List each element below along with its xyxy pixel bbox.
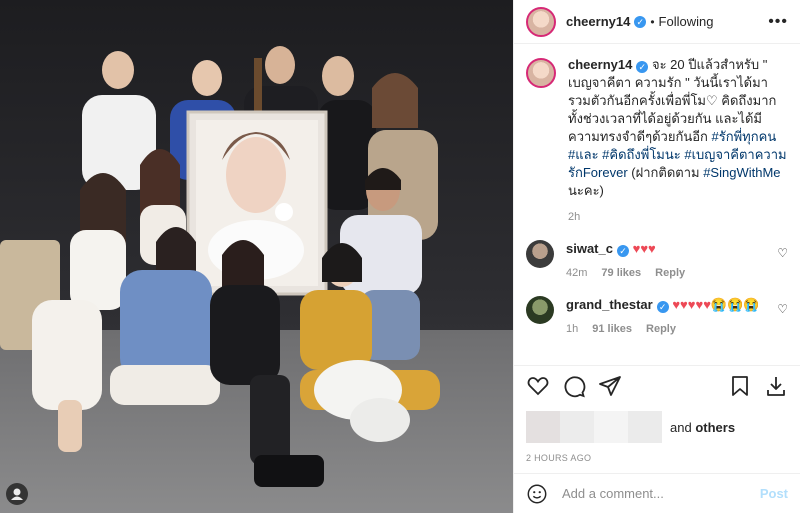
separator-dot: • xyxy=(650,14,655,29)
liked-by: and others xyxy=(514,405,800,445)
comment: siwat_c ✓ ♥♥♥ 42m 79 likes Reply ♡ xyxy=(526,240,788,282)
caption-time[interactable]: 2h xyxy=(568,208,788,226)
avatar[interactable] xyxy=(526,6,556,37)
author-username[interactable]: cheerny14 xyxy=(566,14,630,29)
comment-meta: 1h 91 likes Reply xyxy=(566,320,759,338)
share-icon[interactable] xyxy=(598,374,622,398)
action-bar-right xyxy=(716,374,788,398)
reply-button[interactable]: Reply xyxy=(646,323,676,335)
emoji-icon[interactable] xyxy=(526,483,548,505)
download-icon[interactable] xyxy=(764,374,788,398)
others-link[interactable]: others xyxy=(695,420,735,435)
bookmark-icon[interactable] xyxy=(728,374,752,398)
comment-body: siwat_c ✓ ♥♥♥ 42m 79 likes Reply xyxy=(566,240,717,282)
post-sidebar: cheerny14 ✓ • Following ••• cheerny14 ✓ จ… xyxy=(513,0,800,513)
group-photo-illustration xyxy=(0,0,513,513)
comment-text: ♥♥♥ xyxy=(632,241,656,256)
caption-body: cheerny14 ✓ จะ 20 ปีแล้วสำหรับ " เบญจาคีต… xyxy=(568,56,788,226)
verified-icon: ✓ xyxy=(656,301,669,313)
blurred-liker xyxy=(594,411,628,443)
verified-icon: ✓ xyxy=(616,245,629,257)
post-photo[interactable] xyxy=(0,0,513,513)
action-bar xyxy=(514,365,800,405)
blurred-liker xyxy=(526,411,560,443)
caption-username[interactable]: cheerny14 xyxy=(568,57,632,72)
comment-avatar[interactable] xyxy=(526,240,554,268)
comment-avatar[interactable] xyxy=(526,296,554,324)
post-button[interactable]: Post xyxy=(760,486,788,501)
caption-hashtag-singwithme[interactable]: #SingWithMe xyxy=(703,165,780,180)
comment-body: grand_thestar ✓ ♥♥♥♥♥😭😭😭 1h 91 likes Reply xyxy=(566,296,777,338)
blurred-liker xyxy=(628,411,662,443)
and-text: and xyxy=(670,419,696,435)
liked-by-text: and others xyxy=(670,420,735,435)
user-tag-icon[interactable] xyxy=(6,483,28,505)
comment-username[interactable]: grand_thestar xyxy=(566,297,653,312)
heart-icon[interactable] xyxy=(526,374,550,398)
comment-username[interactable]: siwat_c xyxy=(566,241,613,256)
comment-time[interactable]: 42m xyxy=(566,267,587,279)
caption-avatar[interactable] xyxy=(526,58,556,88)
instagram-post-modal: cheerny14 ✓ • Following ••• cheerny14 ✓ จ… xyxy=(0,0,800,513)
comment-input[interactable] xyxy=(560,485,760,502)
comment-text: ♥♥♥♥♥😭😭😭 xyxy=(672,297,760,312)
caption-end: นะคะ) xyxy=(568,183,604,198)
comment-likes[interactable]: 91 likes xyxy=(592,323,632,335)
following-button[interactable]: Following xyxy=(659,14,714,29)
comment: grand_thestar ✓ ♥♥♥♥♥😭😭😭 1h 91 likes Reply … xyxy=(526,296,788,338)
comments-area[interactable]: cheerny14 ✓ จะ 20 ปีแล้วสำหรับ " เบญจาคีต… xyxy=(514,44,800,365)
comment-likes[interactable]: 79 likes xyxy=(601,267,641,279)
more-icon[interactable]: ••• xyxy=(768,13,788,31)
comment-like-heart-icon[interactable]: ♡ xyxy=(777,246,788,260)
blurred-liker xyxy=(560,411,594,443)
comment-like-heart-icon[interactable]: ♡ xyxy=(777,302,788,316)
comment-icon[interactable] xyxy=(562,374,586,398)
post-header: cheerny14 ✓ • Following ••• xyxy=(514,0,800,44)
comment-meta: 42m 79 likes Reply xyxy=(566,264,699,282)
verified-icon: ✓ xyxy=(636,61,649,73)
caption-tail: (ฝากติดตาม xyxy=(627,165,704,180)
add-comment-bar: Post xyxy=(514,473,800,513)
caption: cheerny14 ✓ จะ 20 ปีแล้วสำหรับ " เบญจาคีต… xyxy=(526,56,788,226)
reply-button[interactable]: Reply xyxy=(655,267,685,279)
verified-icon: ✓ xyxy=(634,15,647,28)
posted-time[interactable]: 2 HOURS AGO xyxy=(514,445,800,473)
comment-time[interactable]: 1h xyxy=(566,323,578,335)
